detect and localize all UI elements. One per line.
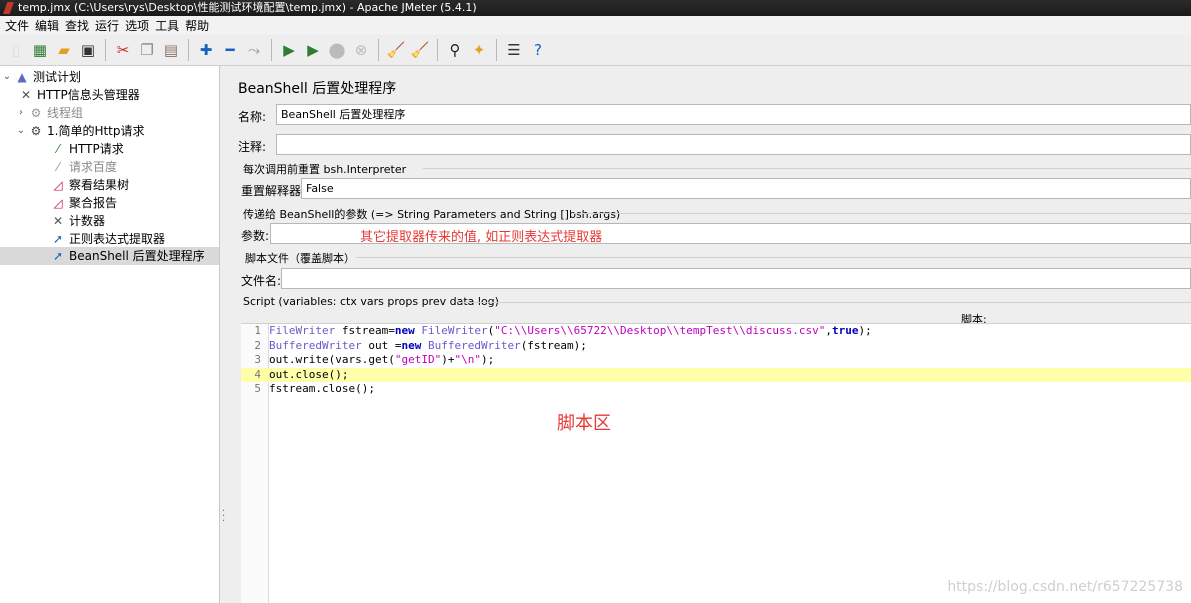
watermark: https://blog.csdn.net/r657225738 <box>947 579 1183 595</box>
window-title: temp.jmx (C:\Users\rys\Desktop\性能测试环境配置\… <box>18 1 477 14</box>
flask-icon: ▲ <box>17 70 27 84</box>
menu-tools[interactable]: 工具 <box>152 17 182 34</box>
tree-item-thread-group-1[interactable]: › ⚙ 线程组 <box>14 104 83 122</box>
filename-field[interactable] <box>281 268 1191 289</box>
cut-icon[interactable]: ✂ <box>112 39 134 61</box>
chevron-right-icon[interactable]: › <box>14 104 28 122</box>
chart-icon: ◿ <box>53 196 63 210</box>
script-editor[interactable]: 1 FileWriter fstream=new FileWriter("C:\\… <box>241 323 1191 603</box>
params-group-title: 传递给 BeanShell的参数 (=> String Parameters a… <box>243 208 621 221</box>
code-line-current: 4 out.close(); <box>241 367 1191 382</box>
menu-file[interactable]: 文件 <box>2 17 32 34</box>
jmeter-feather-icon <box>3 2 14 14</box>
tree-item-regex-extractor[interactable]: ➚ 正则表达式提取器 <box>50 230 165 248</box>
reset-search-icon[interactable]: ✦ <box>468 39 490 61</box>
start-no-pause-icon[interactable]: ▶ <box>302 39 324 61</box>
splitter[interactable]: · · · <box>220 66 228 603</box>
group-divider <box>423 168 1191 169</box>
copy-icon[interactable]: ❐ <box>136 39 158 61</box>
gear-icon: ⚙ <box>30 124 42 138</box>
menu-edit[interactable]: 编辑 <box>32 17 62 34</box>
open-icon[interactable]: ▰ <box>53 39 75 61</box>
comment-label: 注释: <box>238 140 267 154</box>
params-label: 参数: <box>241 229 270 243</box>
templates-icon[interactable]: ▦ <box>29 39 51 61</box>
save-icon[interactable]: ▣ <box>77 39 99 61</box>
tree-item-http-request[interactable]: ⁄ HTTP请求 <box>50 140 124 158</box>
menu-help[interactable]: 帮助 <box>182 17 212 34</box>
pipette-icon: ⁄ <box>56 142 59 156</box>
window-titlebar: temp.jmx (C:\Users\rys\Desktop\性能测试环境配置\… <box>0 0 1191 16</box>
stop-icon[interactable]: ⬤ <box>326 39 348 61</box>
arrow-icon: ➚ <box>52 232 64 246</box>
panel-title: BeanShell 后置处理程序 <box>238 81 397 97</box>
new-icon[interactable]: ▯ <box>5 39 27 61</box>
code-line: 2 BufferedWriter out =new BufferedWriter(… <box>254 338 587 352</box>
params-annotation: 其它提取器传来的值, 如正则表达式提取器 <box>360 230 603 245</box>
wrench-icon: ✕ <box>20 88 32 102</box>
comment-field[interactable] <box>276 134 1191 155</box>
file-label: 文件名: <box>241 274 282 288</box>
splitter-grip-icon: · · · <box>222 506 226 527</box>
script-area-annotation: 脚本区 <box>557 413 611 434</box>
toolbar-separator <box>496 39 497 61</box>
toolbar-separator <box>188 39 189 61</box>
beanshell-panel: BeanShell 后置处理程序 名称: BeanShell 后置处理程序 注释… <box>228 66 1191 603</box>
function-helper-icon[interactable]: ☰ <box>503 39 525 61</box>
start-icon[interactable]: ▶ <box>278 39 300 61</box>
name-field[interactable]: BeanShell 后置处理程序 <box>276 104 1191 125</box>
wrench-icon: ✕ <box>52 214 64 228</box>
reset-group-title: 每次调用前重置 bsh.Interpreter <box>243 163 407 176</box>
clear-icon[interactable]: 🧹 <box>385 39 407 61</box>
gear-icon: ⚙ <box>30 106 42 120</box>
toggle-icon[interactable]: ⤳ <box>243 39 265 61</box>
shutdown-icon[interactable]: ⊗ <box>350 39 372 61</box>
toolbar-separator <box>437 39 438 61</box>
pipette-icon: ⁄ <box>56 160 59 174</box>
reset-interpreter-field[interactable]: False <box>301 178 1191 199</box>
help-icon[interactable]: ? <box>527 39 549 61</box>
file-group-title: 脚本文件（覆盖脚本） <box>245 252 355 265</box>
tree-item-thread-group-2[interactable]: ⌄ ⚙ 1.简单的Http请求 <box>14 122 145 140</box>
paste-icon[interactable]: ▤ <box>160 39 182 61</box>
tree-item-beanshell-postprocessor[interactable]: ➚ BeanShell 后置处理程序 <box>0 247 219 265</box>
menu-run[interactable]: 运行 <box>92 17 122 34</box>
toolbar: ▯ ▦ ▰ ▣ ✂ ❐ ▤ ✚ ━ ⤳ ▶ ▶ ⬤ ⊗ 🧹 🧹 ⚲ ✦ ☰ ? <box>0 35 1191 66</box>
menu-options[interactable]: 选项 <box>122 17 152 34</box>
search-icon[interactable]: ⚲ <box>444 39 466 61</box>
reset-label: 重置解释器: <box>241 184 306 198</box>
tree-item-http-header-manager[interactable]: ✕ HTTP信息头管理器 <box>18 86 140 104</box>
chevron-down-icon[interactable]: ⌄ <box>0 68 14 86</box>
arrow-icon: ➚ <box>52 249 64 263</box>
code-line: 1 FileWriter fstream=new FileWriter("C:\\… <box>254 324 872 337</box>
group-divider <box>458 302 1191 303</box>
name-label: 名称: <box>238 110 267 124</box>
code-line: 5 fstream.close(); <box>254 382 375 395</box>
clear-all-icon[interactable]: 🧹 <box>409 39 431 61</box>
chart-icon: ◿ <box>53 178 63 192</box>
toolbar-separator <box>105 39 106 61</box>
menu-search[interactable]: 查找 <box>62 17 92 34</box>
expand-icon[interactable]: ✚ <box>195 39 217 61</box>
tree-item-counter[interactable]: ✕ 计数器 <box>50 212 105 230</box>
collapse-icon[interactable]: ━ <box>219 39 241 61</box>
tree-item-aggregate-report[interactable]: ◿ 聚合报告 <box>50 194 117 212</box>
toolbar-separator <box>271 39 272 61</box>
test-plan-tree: ⌄ ▲ 测试计划 ✕ HTTP信息头管理器 › ⚙ 线程组 ⌄ ⚙ 1.简单的H… <box>0 66 220 603</box>
tree-item-baidu-request[interactable]: ⁄ 请求百度 <box>50 158 117 176</box>
code-line: 3 out.write(vars.get("getID")+"\n"); <box>254 353 495 366</box>
chevron-down-icon[interactable]: ⌄ <box>14 122 28 140</box>
menu-bar: 文件 编辑 查找 运行 选项 工具 帮助 <box>0 16 1191 35</box>
group-divider <box>573 213 1191 214</box>
group-divider <box>356 257 1191 258</box>
tree-item-test-plan[interactable]: ⌄ ▲ 测试计划 <box>0 68 81 86</box>
tree-item-results-tree[interactable]: ◿ 察看结果树 <box>50 176 129 194</box>
toolbar-separator <box>378 39 379 61</box>
